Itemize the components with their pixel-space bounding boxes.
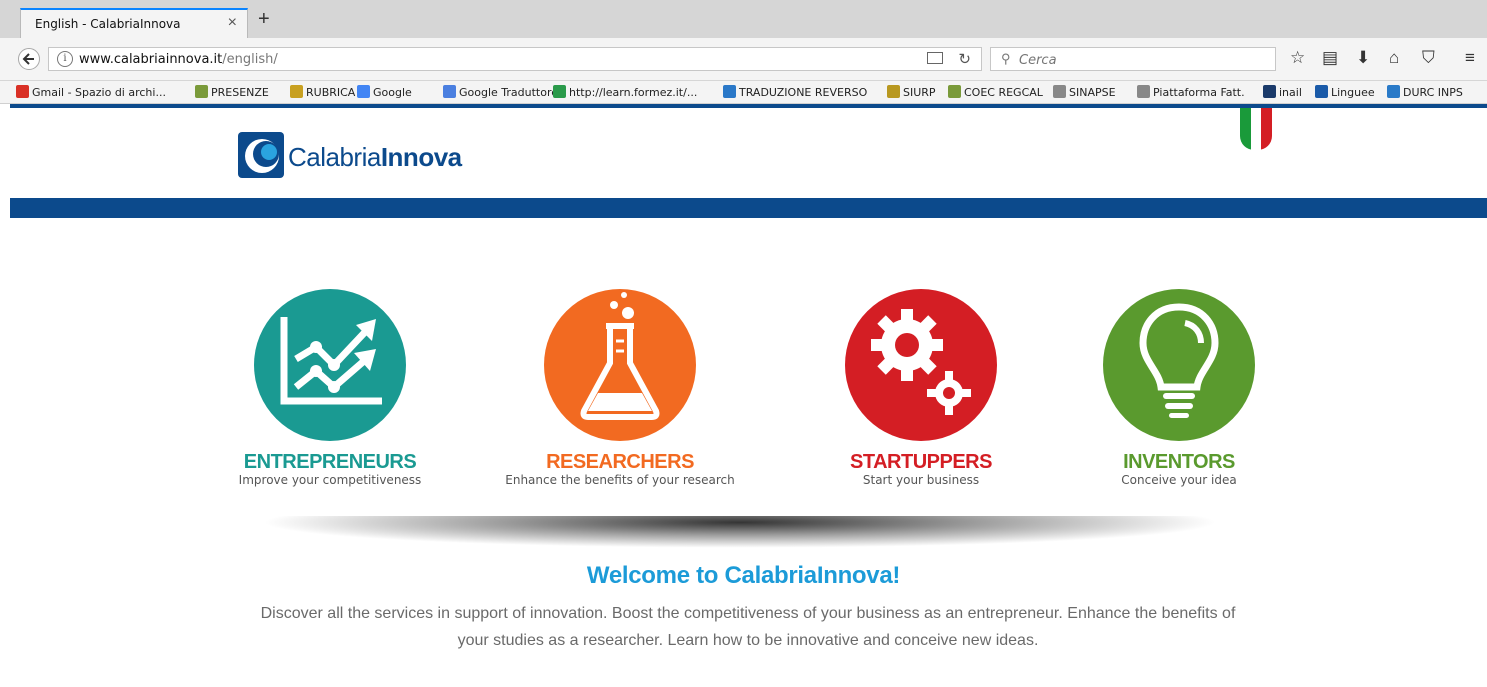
search-input[interactable] [1017, 50, 1261, 70]
bookmark-label: http://learn.formez.it/... [569, 86, 698, 99]
bookmark-item[interactable]: Google [357, 85, 412, 99]
tab-strip: English - CalabriaInnova × + [0, 0, 1487, 38]
close-tab-icon[interactable]: × [228, 14, 237, 32]
header-blue-band [10, 198, 1487, 218]
pocket-icon[interactable]: ⛉ [1422, 48, 1435, 68]
coec-icon [948, 85, 961, 98]
bookmark-label: TRADUZIONE REVERSO [739, 86, 868, 99]
category-title: ENTREPRENEURS [243, 451, 417, 473]
bookmarks-toolbar: Gmail - Spazio di archi... PRESENZE RUBRIC… [0, 81, 1487, 104]
category-subtitle: Conceive your idea [1121, 473, 1237, 487]
bookmark-label: Google [373, 86, 412, 99]
bookmark-label: SINAPSE [1069, 86, 1116, 99]
bookmark-item[interactable]: TRADUZIONE REVERSO [723, 85, 867, 99]
reverso-icon [723, 85, 736, 98]
welcome-description: Discover all the services in support of … [260, 605, 1236, 649]
reload-icon[interactable]: ↻ [958, 50, 971, 68]
flag-green [1240, 108, 1251, 150]
flask-icon[interactable] [544, 289, 696, 441]
bookmark-item[interactable]: Linguee [1315, 85, 1375, 99]
siurp-icon [887, 85, 900, 98]
welcome-heading: Welcome to CalabriaInnova! [586, 562, 901, 589]
site-info-icon[interactable]: i [57, 51, 73, 67]
globe-icon [1137, 85, 1150, 98]
bookmark-label: PRESENZE [211, 86, 269, 99]
bookmark-item[interactable]: SIURP [887, 85, 936, 99]
navigation-toolbar: i www.calabriainnova.it/english/ ↻ ⚲ ☆ ▤… [0, 38, 1487, 81]
bookmark-item[interactable]: PRESENZE [195, 85, 269, 99]
category-subtitle: Enhance the benefits of your research [505, 473, 735, 487]
browser-tab[interactable]: English - CalabriaInnova × [20, 8, 248, 38]
category-title: RESEARCHERS [546, 451, 694, 473]
calabriainnova-logo[interactable]: CalabriaInnova [236, 130, 486, 180]
category-title: INVENTORS [1123, 451, 1235, 473]
bookmark-item[interactable]: SINAPSE [1053, 85, 1116, 99]
category-subtitle: Start your business [862, 473, 980, 487]
bookmark-item[interactable]: http://learn.formez.it/... [553, 85, 697, 99]
bookmark-label: RUBRICA [306, 86, 356, 99]
presenze-icon [195, 85, 208, 98]
address-bar[interactable]: i www.calabriainnova.it/english/ ↻ [48, 47, 982, 71]
url-host: www.calabriainnova.it [79, 52, 223, 67]
bookmark-label: DURC INPS [1403, 86, 1463, 99]
bookmark-item[interactable]: Gmail - Spazio di archi... [16, 85, 166, 99]
inail-icon [1263, 85, 1276, 98]
logo-text-prefix: Calabria [288, 142, 381, 172]
section-shadow-divider [260, 516, 1220, 548]
bookmark-item[interactable]: DURC INPS [1387, 85, 1463, 99]
italian-language-flag[interactable] [1240, 108, 1272, 150]
back-arrow-icon [22, 53, 34, 65]
logo-text: CalabriaInnova [288, 142, 462, 173]
bookmark-item[interactable]: Piattaforma Fatt. [1137, 85, 1245, 99]
growth-chart-icon[interactable] [254, 289, 406, 441]
translate-icon [443, 85, 456, 98]
bookmark-item[interactable]: inail [1263, 85, 1302, 99]
url-text[interactable]: www.calabriainnova.it/english/ [79, 52, 278, 67]
bookmark-label: Gmail - Spazio di archi... [32, 86, 166, 99]
search-bar[interactable]: ⚲ [990, 47, 1276, 71]
reader-view-icon[interactable] [927, 52, 943, 64]
lightbulb-icon[interactable] [1103, 289, 1255, 441]
bookmark-label: Piattaforma Fatt. [1153, 86, 1245, 99]
logo-mark-icon [238, 132, 284, 178]
globe-icon [1053, 85, 1066, 98]
back-button[interactable] [18, 48, 40, 70]
gmail-icon [16, 85, 29, 98]
downloads-icon[interactable]: ⬇ [1356, 48, 1370, 68]
linguee-icon [1315, 85, 1328, 98]
bookmark-item[interactable]: COEC REGCAL [948, 85, 1043, 99]
category-title: STARTUPPERS [850, 451, 992, 473]
tab-title: English - CalabriaInnova [35, 17, 181, 31]
new-tab-button[interactable]: + [258, 9, 270, 29]
bookmark-item[interactable]: RUBRICA [290, 85, 355, 99]
bookmark-star-icon[interactable]: ☆ [1290, 48, 1305, 68]
bookmark-label: Linguee [1331, 86, 1375, 99]
category-subtitle: Improve your competitiveness [238, 473, 422, 487]
home-icon[interactable]: ⌂ [1389, 48, 1399, 68]
google-icon [357, 85, 370, 98]
flag-red [1261, 108, 1272, 150]
url-path: /english/ [222, 52, 278, 67]
bookmark-label: Google Traduttore [459, 86, 559, 99]
formez-icon [553, 85, 566, 98]
inps-icon [1387, 85, 1400, 98]
menu-icon[interactable]: ≡ [1465, 48, 1475, 68]
bookmarks-library-icon[interactable]: ▤ [1322, 48, 1338, 68]
bookmark-label: SIURP [903, 86, 936, 99]
search-icon: ⚲ [1001, 51, 1011, 66]
logo-text-suffix: Innova [380, 142, 462, 172]
gears-icon[interactable] [845, 289, 997, 441]
rubrica-icon [290, 85, 303, 98]
bookmark-label: inail [1279, 86, 1302, 99]
bookmark-label: COEC REGCAL [964, 86, 1043, 99]
bookmark-item[interactable]: Google Traduttore [443, 85, 558, 99]
